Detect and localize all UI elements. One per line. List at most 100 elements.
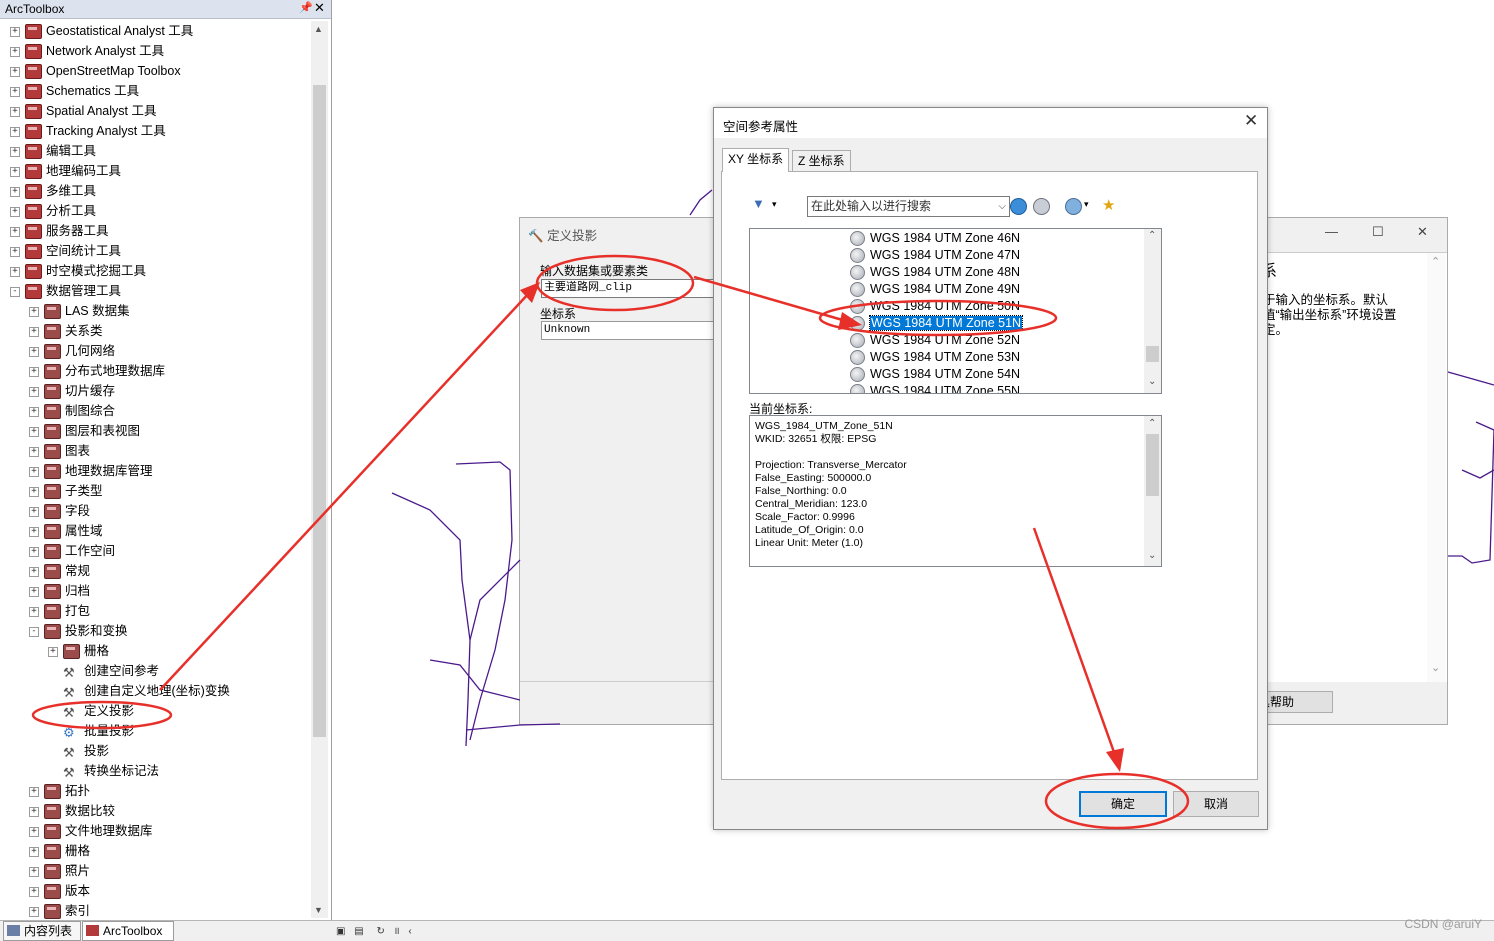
expand-icon[interactable]: + [29,347,39,357]
expand-icon[interactable]: + [29,607,39,617]
expand-icon[interactable]: + [29,587,39,597]
chevron-up-icon[interactable]: ⌃ [1148,230,1156,241]
chevron-down-icon[interactable]: ⌄ [1431,661,1440,674]
chevron-down-icon[interactable]: ⌄ [1148,549,1156,562]
close-icon[interactable]: ✕ [1417,224,1428,240]
tab-arctoolbox[interactable]: ArcToolbox [82,921,174,941]
chevron-down-icon[interactable]: ⌄ [1148,376,1156,387]
chevron-down-icon[interactable]: ⌵ [998,197,1006,216]
expand-icon[interactable]: + [10,27,20,37]
filter-icon[interactable]: ▼ [752,196,768,212]
tree-item[interactable]: + 切片缓存 [0,381,308,401]
collapse-icon[interactable]: - [10,287,20,297]
expand-icon[interactable]: + [10,167,20,177]
search-icon[interactable] [1010,198,1027,215]
cs-list-item[interactable]: WGS 1984 UTM Zone 54N [848,366,1020,383]
tree-item[interactable]: + 字段 [0,501,308,521]
expand-icon[interactable]: + [10,87,20,97]
cs-list-item[interactable]: WGS 1984 UTM Zone 46N [848,230,1020,247]
cs-search-input[interactable]: 在此处输入以进行搜索 ⌵ [807,196,1010,217]
tree-item[interactable]: + 数据比较 [0,801,308,821]
refresh-icon[interactable]: ↻ [376,926,384,937]
expand-icon[interactable]: + [29,407,39,417]
expand-icon[interactable]: + [29,847,39,857]
tree-item[interactable]: ⚒ 定义投影 [0,701,308,721]
tree-item[interactable]: - 数据管理工具 [0,281,308,301]
expand-icon[interactable]: + [10,107,20,117]
list-scrollbar[interactable]: ⌃ ⌄ [1144,229,1161,393]
cs-list-item[interactable]: WGS 1984 UTM Zone 50N [848,298,1020,315]
cs-list-item[interactable]: WGS 1984 UTM Zone 51N [848,315,1024,332]
tree-item[interactable]: + 子类型 [0,481,308,501]
tree-item[interactable]: + Tracking Analyst 工具 [0,121,308,141]
tree-item[interactable]: + 地理编码工具 [0,161,308,181]
cancel-button[interactable]: 取消 [1173,791,1259,817]
cs-list-item[interactable]: WGS 1984 UTM Zone 52N [848,332,1020,349]
expand-icon[interactable]: + [10,207,20,217]
tab-xy-coordinate-system[interactable]: XY 坐标系 [722,148,790,172]
tree-item[interactable]: + 地理数据库管理 [0,461,308,481]
cs-list-item[interactable]: WGS 1984 UTM Zone 53N [848,349,1020,366]
expand-icon[interactable]: + [29,827,39,837]
clear-search-icon[interactable] [1033,198,1050,215]
expand-icon[interactable]: + [29,307,39,317]
cs-list-item[interactable]: WGS 1984 UTM Zone 49N [848,281,1020,298]
tree-item[interactable]: + 分析工具 [0,201,308,221]
tree-item[interactable]: + 服务器工具 [0,221,308,241]
chevron-up-icon[interactable]: ⌃ [1431,255,1440,268]
expand-icon[interactable]: + [29,907,39,917]
globe-icon[interactable] [1065,198,1082,215]
tree-item[interactable]: + 归档 [0,581,308,601]
cs-list-item[interactable]: WGS 1984 UTM Zone 48N [848,264,1020,281]
tree-item[interactable]: + 制图综合 [0,401,308,421]
expand-icon[interactable]: + [29,467,39,477]
tree-item[interactable]: + Schematics 工具 [0,81,308,101]
expand-icon[interactable]: + [29,447,39,457]
ok-button[interactable]: 确定 [1079,791,1167,817]
chevron-down-icon[interactable]: ▾ [1084,199,1089,210]
tree-item[interactable]: + 空间统计工具 [0,241,308,261]
tree-item[interactable]: + 照片 [0,861,308,881]
tree-item[interactable]: + 时空模式挖掘工具 [0,261,308,281]
details-scrollbar[interactable]: ⌃ ⌄ [1144,416,1161,566]
scroll-left-icon[interactable]: ‹ [408,926,411,937]
tree-item[interactable]: + 索引 [0,901,308,921]
chevron-down-icon[interactable]: ▾ [772,199,777,210]
tree-item[interactable]: + Spatial Analyst 工具 [0,101,308,121]
tree-item[interactable]: + 分布式地理数据库 [0,361,308,381]
expand-icon[interactable]: + [10,67,20,77]
expand-icon[interactable]: + [29,427,39,437]
close-icon[interactable]: ✕ [1244,111,1258,131]
tree-item[interactable]: + 多维工具 [0,181,308,201]
list-scroll-thumb[interactable] [1146,346,1159,362]
expand-icon[interactable]: + [29,507,39,517]
page-view-icon[interactable]: ▤ [354,926,363,937]
tree-item[interactable]: ⚒ 转换坐标记法 [0,761,308,781]
tree-item[interactable]: ⚒ 创建自定义地理(坐标)变换 [0,681,308,701]
expand-icon[interactable]: + [29,887,39,897]
tab-z-coordinate-system[interactable]: Z 坐标系 [792,150,851,171]
pin-icon[interactable]: 📌 [299,1,313,14]
tree-item[interactable]: + 拓扑 [0,781,308,801]
expand-icon[interactable]: + [29,807,39,817]
tree-item[interactable]: + OpenStreetMap Toolbox [0,61,308,81]
expand-icon[interactable]: + [29,547,39,557]
help-scrollbar[interactable]: ⌃ ⌄ [1427,253,1446,682]
coordinate-system-field[interactable]: Unknown [541,321,725,340]
expand-icon[interactable]: + [29,867,39,877]
expand-icon[interactable]: + [10,247,20,257]
layout-view-icon[interactable]: ▣ [336,926,345,937]
expand-icon[interactable]: + [10,147,20,157]
expand-icon[interactable]: + [29,487,39,497]
tree-item[interactable]: + 文件地理数据库 [0,821,308,841]
tree-item[interactable]: + 常规 [0,561,308,581]
tree-item[interactable]: + Network Analyst 工具 [0,41,308,61]
cs-list-item[interactable]: WGS 1984 UTM Zone 55N [848,383,1020,393]
tree-item[interactable]: + 工作空间 [0,541,308,561]
coordinate-system-list[interactable]: WGS 1984 UTM Zone 46N WGS 1984 UTM Zone 4… [749,228,1162,394]
close-icon[interactable]: ✕ [314,0,325,16]
expand-icon[interactable]: + [10,127,20,137]
scroll-up-icon[interactable]: ▲ [314,24,323,34]
maximize-icon[interactable]: ☐ [1372,224,1384,240]
pause-icon[interactable]: ॥ [394,926,400,937]
